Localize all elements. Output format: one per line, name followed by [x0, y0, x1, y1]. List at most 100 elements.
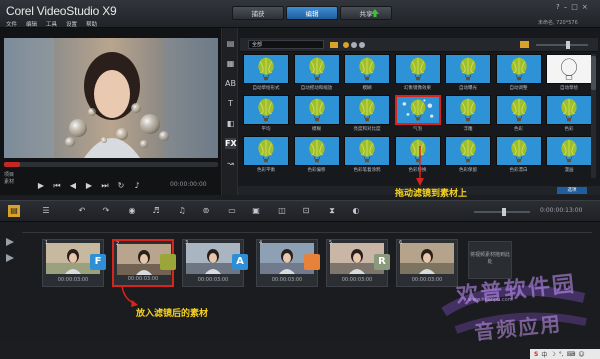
- transition-slot[interactable]: [304, 254, 320, 270]
- menu-tools[interactable]: 工具: [46, 20, 57, 28]
- path-icon[interactable]: ↝: [225, 158, 236, 169]
- transition-slot[interactable]: [160, 254, 176, 270]
- menu-file[interactable]: 文件: [6, 20, 17, 28]
- app-brand: Corel VideoStudio X9: [6, 4, 117, 18]
- media-icon[interactable]: ▤: [225, 38, 236, 49]
- scrubber-handle[interactable]: [4, 162, 20, 167]
- play-icon[interactable]: ▶: [36, 181, 46, 191]
- maximize-icon[interactable]: □: [571, 3, 578, 11]
- storyboard-view-icon[interactable]: ▤: [8, 205, 20, 217]
- filter-thumbnail[interactable]: [394, 95, 441, 125]
- filter-thumbnail[interactable]: [495, 54, 542, 84]
- transition-slot[interactable]: F: [90, 254, 106, 270]
- transition-icon[interactable]: AB: [225, 78, 236, 89]
- library-scroll-thumb[interactable]: [591, 56, 596, 90]
- scrubber-track[interactable]: [4, 162, 218, 167]
- graphic-icon[interactable]: ◧: [225, 118, 236, 129]
- multi-camera-icon[interactable]: ▣: [250, 205, 262, 217]
- filter-thumbnail[interactable]: [445, 54, 491, 84]
- balloon-icon: [446, 96, 490, 124]
- tab-capture[interactable]: 捕获: [232, 6, 284, 20]
- ime-s-icon[interactable]: S: [534, 351, 538, 358]
- filter-thumbnail[interactable]: [243, 54, 289, 84]
- mask-creator-icon[interactable]: ◐: [350, 205, 362, 217]
- step-forward-icon[interactable]: ▶: [84, 181, 94, 191]
- filter-thumbnail[interactable]: [293, 136, 340, 166]
- filter-thumbnail[interactable]: [394, 54, 441, 84]
- filter-thumbnail-label: 亮度和对比度: [353, 127, 381, 132]
- filter-thumbnail[interactable]: [495, 95, 542, 125]
- title-icon[interactable]: T: [225, 98, 236, 109]
- system-tray: S 中 ☽ °, ⌨ ☺: [530, 349, 600, 359]
- filter-thumbnail[interactable]: [243, 95, 289, 125]
- instant-project-icon[interactable]: ▦: [225, 58, 236, 69]
- filter-thumbnail-label: 平均: [261, 127, 271, 132]
- options-button[interactable]: 选项: [557, 187, 587, 194]
- balloon-icon: [345, 137, 389, 165]
- category-select[interactable]: 全部: [248, 40, 324, 49]
- thumbnail-size-slider[interactable]: [520, 40, 592, 50]
- filter-thumbnail[interactable]: [243, 136, 289, 166]
- subtitle-editor-icon[interactable]: ▭: [226, 205, 238, 217]
- menu-settings[interactable]: 设置: [66, 20, 77, 28]
- volume-icon[interactable]: ♪: [132, 181, 142, 191]
- redo-icon[interactable]: ↷: [100, 205, 112, 217]
- clip-number: 5: [329, 240, 333, 246]
- balloon-icon: [496, 55, 541, 83]
- filter-thumbnail[interactable]: [546, 136, 592, 166]
- auto-music-icon[interactable]: ♫: [176, 205, 188, 217]
- filter-thumbnail[interactable]: [546, 95, 592, 125]
- time-remap-icon[interactable]: ⧗: [326, 205, 338, 217]
- filter-thumbnail-label: 色彩平衡: [257, 168, 275, 173]
- preview-video[interactable]: [4, 38, 218, 158]
- mode-clip[interactable]: 素材: [4, 179, 24, 186]
- minimize-icon[interactable]: –: [564, 3, 568, 11]
- track-toggle-icon[interactable]: [4, 236, 16, 266]
- loop-icon[interactable]: ↻: [116, 181, 126, 191]
- clip-duration: 00:00:03:00: [57, 277, 89, 283]
- rewind-start-icon[interactable]: ⏮: [52, 181, 62, 191]
- stop-motion-icon[interactable]: ◫: [276, 205, 288, 217]
- filter-thumbnail[interactable]: [293, 95, 340, 125]
- motion-tracking-icon[interactable]: ⊚: [200, 205, 212, 217]
- fx-filter-icon[interactable]: FX: [225, 138, 237, 149]
- filter-thumbnail[interactable]: [445, 136, 491, 166]
- close-icon[interactable]: ×: [582, 3, 588, 11]
- timeline-view-icon[interactable]: ☰: [40, 205, 52, 217]
- filter-thumbnail-label: 气泡: [413, 127, 422, 132]
- transition-slot[interactable]: R: [374, 254, 390, 270]
- transition-slot[interactable]: A: [232, 254, 248, 270]
- filter-thumbnail[interactable]: [445, 95, 491, 125]
- filter-thumbnail[interactable]: [546, 54, 592, 84]
- filter-thumbnail-label: 浮雕: [463, 127, 473, 132]
- ime-moon-icon[interactable]: ☽: [550, 351, 555, 358]
- record-capture-icon[interactable]: ◉: [126, 205, 138, 217]
- balloon-icon: [496, 137, 541, 165]
- filter-thumbnail[interactable]: [293, 54, 340, 84]
- zoom-slider-handle[interactable]: [502, 208, 506, 216]
- menu-help[interactable]: 帮助: [86, 20, 97, 28]
- screen-capture-icon[interactable]: ⊡: [300, 205, 312, 217]
- help-icon[interactable]: ?: [556, 3, 560, 11]
- ime-lang-icon[interactable]: 中: [541, 350, 547, 359]
- upload-arrow-icon[interactable]: [370, 8, 380, 18]
- filter-thumbnail[interactable]: [344, 136, 390, 166]
- ime-person-icon[interactable]: ☺: [578, 351, 584, 358]
- drag-arrow-icon: [416, 146, 424, 186]
- library-view-icons[interactable]: [330, 40, 370, 50]
- tab-share[interactable]: 共享: [340, 6, 392, 20]
- filter-thumbnail[interactable]: [344, 95, 390, 125]
- tab-edit[interactable]: 编辑: [286, 6, 338, 20]
- ime-keyboard-icon[interactable]: ⌨: [567, 351, 576, 358]
- menu-edit[interactable]: 编辑: [26, 20, 37, 28]
- mode-project[interactable]: 项目: [4, 172, 24, 179]
- undo-icon[interactable]: ↶: [76, 205, 88, 217]
- go-end-icon[interactable]: ⏭: [100, 181, 110, 191]
- filter-thumbnail[interactable]: [495, 136, 542, 166]
- balloon-icon: [244, 55, 288, 83]
- ime-punct-icon[interactable]: °,: [559, 351, 564, 358]
- step-back-icon[interactable]: ◀: [68, 181, 78, 191]
- sound-mixer-icon[interactable]: ♬: [150, 205, 162, 217]
- filter-thumbnail[interactable]: [344, 54, 390, 84]
- balloon-icon: [294, 55, 339, 83]
